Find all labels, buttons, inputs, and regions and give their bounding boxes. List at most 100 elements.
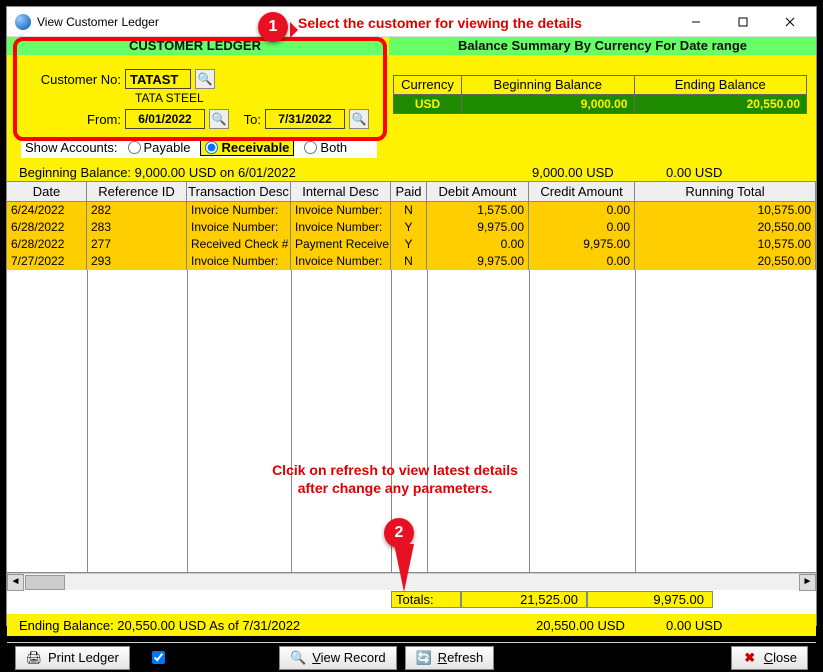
cell-ref: 282 bbox=[87, 202, 187, 219]
ending-balance-row: Ending Balance: 20,550.00 USD As of 7/31… bbox=[7, 614, 816, 636]
cell-date: 7/27/2022 bbox=[7, 253, 87, 270]
cell-idesc: Invoice Number: bbox=[291, 219, 391, 236]
totals-debit: 21,525.00 bbox=[461, 591, 587, 608]
refresh-icon: 🔄 bbox=[416, 650, 432, 666]
refresh-button[interactable]: 🔄 RefreshRefresh bbox=[405, 646, 495, 670]
col-run[interactable]: Running Total bbox=[635, 182, 816, 201]
cell-run: 10,575.00 bbox=[635, 236, 816, 253]
cell-tdesc: Received Check # bbox=[187, 236, 291, 253]
col-credit[interactable]: Credit Amount bbox=[529, 182, 635, 201]
cell-date: 6/24/2022 bbox=[7, 202, 87, 219]
filter-panel: Customer No: TATA STEEL From: To: Show A… bbox=[7, 55, 816, 163]
cell-paid: N bbox=[391, 202, 427, 219]
maximize-button[interactable] bbox=[720, 8, 765, 36]
app-icon bbox=[15, 14, 31, 30]
balrow-currency: USD bbox=[394, 95, 462, 113]
from-label: From: bbox=[75, 112, 121, 127]
to-date-lookup[interactable] bbox=[349, 109, 369, 129]
cell-idesc: Invoice Number: bbox=[291, 253, 391, 270]
table-row[interactable]: 6/28/2022283Invoice Number:Invoice Numbe… bbox=[7, 219, 816, 236]
col-idesc[interactable]: Internal Desc bbox=[291, 182, 391, 201]
cell-credit: 0.00 bbox=[529, 202, 635, 219]
ending-balance-label: Ending Balance: 20,550.00 USD As of 7/31… bbox=[19, 618, 300, 633]
scroll-thumb[interactable] bbox=[25, 575, 65, 590]
ledger-title: CUSTOMER LEDGER bbox=[7, 37, 383, 55]
cell-debit: 9,975.00 bbox=[427, 219, 529, 236]
cell-idesc: Invoice Number: bbox=[291, 202, 391, 219]
totals-credit: 9,975.00 bbox=[587, 591, 713, 608]
beginning-balance-row: Beginning Balance: 9,000.00 USD on 6/01/… bbox=[7, 163, 816, 181]
col-date[interactable]: Date bbox=[7, 182, 87, 201]
balhead-end: Ending Balance bbox=[635, 76, 807, 94]
close-button[interactable]: ✖ CloseClose bbox=[731, 646, 808, 670]
balhead-begin: Beginning Balance bbox=[462, 76, 635, 94]
print-ledger-button[interactable]: 🖨 Print Ledger bbox=[15, 646, 130, 670]
cell-paid: Y bbox=[391, 219, 427, 236]
magnifier-icon: 🔍 bbox=[290, 650, 306, 666]
annotation-callout-1: 1 bbox=[258, 12, 288, 42]
cell-run: 20,550.00 bbox=[635, 253, 816, 270]
bottom-toolbar: 🖨 Print Ledger Export to CSV 🔍 VView Rec… bbox=[7, 642, 816, 672]
customer-name: TATA STEEL bbox=[135, 91, 204, 105]
balhead-currency: Currency bbox=[394, 76, 462, 94]
export-csv-label: Export to CSV bbox=[169, 650, 251, 665]
annotation-text-2b: after change any parameters. bbox=[230, 480, 560, 496]
annotation-number-1: 1 bbox=[269, 18, 278, 36]
col-paid[interactable]: Paid bbox=[391, 182, 427, 201]
totals-label: Totals: bbox=[391, 591, 461, 608]
ending-balance-v1: 20,550.00 USD bbox=[536, 618, 666, 633]
close-window-button[interactable] bbox=[767, 8, 812, 36]
begin-balance-label: Beginning Balance: 9,000.00 USD on 6/01/… bbox=[19, 165, 296, 180]
balrow-end: 20,550.00 bbox=[635, 95, 807, 113]
cell-tdesc: Invoice Number: bbox=[187, 219, 291, 236]
custno-label: Customer No: bbox=[29, 72, 121, 87]
ledger-grid: Date Reference ID Transaction Desc Inter… bbox=[7, 181, 816, 573]
cell-credit: 0.00 bbox=[529, 219, 635, 236]
table-row[interactable]: 6/28/2022277Received Check #Payment Rece… bbox=[7, 236, 816, 253]
cell-run: 20,550.00 bbox=[635, 219, 816, 236]
col-ref[interactable]: Reference ID bbox=[87, 182, 187, 201]
table-row[interactable]: 6/24/2022282Invoice Number:Invoice Numbe… bbox=[7, 202, 816, 219]
radio-both[interactable]: Both bbox=[300, 140, 351, 155]
cell-ref: 293 bbox=[87, 253, 187, 270]
balrow-begin: 9,000.00 bbox=[462, 95, 635, 113]
view-record-button[interactable]: 🔍 VView Recordiew Record bbox=[279, 646, 396, 670]
cell-debit: 1,575.00 bbox=[427, 202, 529, 219]
col-debit[interactable]: Debit Amount bbox=[427, 182, 529, 201]
begin-balance-v2: 0.00 USD bbox=[666, 165, 816, 180]
close-icon: ✖ bbox=[742, 650, 758, 666]
to-date-input[interactable] bbox=[265, 109, 345, 129]
custno-lookup-button[interactable] bbox=[195, 69, 215, 89]
export-csv-checkbox[interactable]: Export to CSV bbox=[152, 650, 251, 665]
scroll-right-button[interactable]: ► bbox=[799, 574, 816, 591]
balance-summary-title: Balance Summary By Currency For Date ran… bbox=[389, 37, 816, 55]
annotation-text-1: Select the customer for viewing the deta… bbox=[298, 15, 582, 31]
printer-icon: 🖨 bbox=[26, 650, 42, 666]
accounts-radio-group: Show Accounts: Payable Receivable Both bbox=[21, 137, 377, 158]
col-tdesc[interactable]: Transaction Desc bbox=[187, 182, 291, 201]
radio-receivable[interactable]: Receivable bbox=[200, 139, 294, 156]
grid-body: 6/24/2022282Invoice Number:Invoice Numbe… bbox=[7, 202, 816, 270]
cell-debit: 9,975.00 bbox=[427, 253, 529, 270]
ending-balance-v2: 0.00 USD bbox=[666, 618, 816, 633]
minimize-button[interactable] bbox=[673, 8, 718, 36]
print-ledger-label: Print Ledger bbox=[48, 650, 119, 665]
custno-input[interactable] bbox=[125, 69, 191, 89]
cell-tdesc: Invoice Number: bbox=[187, 202, 291, 219]
table-row[interactable]: 7/27/2022293Invoice Number:Invoice Numbe… bbox=[7, 253, 816, 270]
annotation-number-2: 2 bbox=[395, 524, 404, 542]
from-date-input[interactable] bbox=[125, 109, 205, 129]
cell-paid: N bbox=[391, 253, 427, 270]
cell-credit: 9,975.00 bbox=[529, 236, 635, 253]
cell-paid: Y bbox=[391, 236, 427, 253]
top-header-row: CUSTOMER LEDGER Balance Summary By Curre… bbox=[7, 37, 816, 55]
scroll-left-button[interactable]: ◄ bbox=[7, 574, 24, 591]
radio-payable[interactable]: Payable bbox=[124, 140, 195, 155]
annotation-callout-2: 2 bbox=[384, 518, 414, 548]
cell-idesc: Payment Receive bbox=[291, 236, 391, 253]
close-label: CloseClose bbox=[764, 650, 797, 665]
balance-summary-table: Currency Beginning Balance Ending Balanc… bbox=[393, 75, 807, 114]
accounts-label: Show Accounts: bbox=[25, 140, 118, 155]
from-date-lookup[interactable] bbox=[209, 109, 229, 129]
cell-ref: 277 bbox=[87, 236, 187, 253]
